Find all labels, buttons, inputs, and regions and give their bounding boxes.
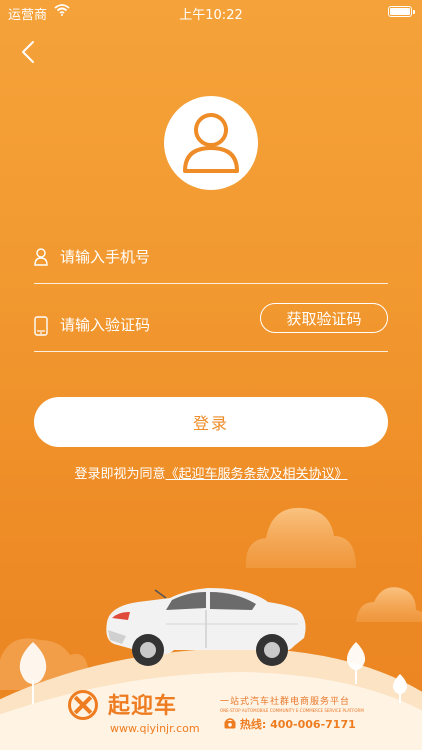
agreement-text: 登录即视为同意《起迎车服务条款及相关协议》 — [0, 463, 422, 482]
brand-url: www.qiyinjr.com — [110, 722, 200, 735]
phone-row — [34, 234, 388, 284]
code-row: 获取验证码 — [34, 302, 388, 352]
terms-link[interactable]: 《起迎车服务条款及相关协议》 — [166, 467, 348, 482]
status-bar: 运营商 上午10:22 — [0, 0, 422, 24]
agreement-prefix: 登录即视为同意 — [74, 467, 166, 482]
phone-handset-icon — [224, 718, 236, 729]
brand-logo-icon — [68, 690, 98, 720]
back-arrow-icon[interactable] — [18, 40, 42, 64]
user-icon — [34, 248, 48, 266]
login-screen: 运营商 上午10:22 获取验证码 — [0, 0, 422, 750]
slogan-cn: 一站式汽车社群电商服务平台 — [220, 697, 351, 707]
phone-input[interactable] — [60, 242, 260, 272]
battery-icon — [388, 6, 415, 17]
slogan-en: ONE-STOP AUTOMOBILE COMMUNITY E-COMMERCE… — [220, 708, 364, 713]
code-input[interactable] — [60, 310, 260, 340]
get-code-button[interactable]: 获取验证码 — [260, 303, 388, 333]
hotline: 热线: 400-006-7171 — [224, 716, 356, 732]
brand-slogan: 一站式汽车社群电商服务平台 ONE-STOP AUTOMOBILE COMMUN… — [220, 694, 370, 713]
phone-divider — [34, 283, 388, 284]
login-button[interactable]: 登录 — [34, 397, 388, 447]
phone-icon — [34, 316, 48, 336]
brand-logo: 起迎车 www.qiyinjr.com — [68, 688, 218, 738]
clock: 上午10:22 — [179, 8, 243, 23]
avatar — [164, 96, 258, 190]
hotline-label: 热线: — [239, 718, 267, 731]
brand-name: 起迎车 — [108, 694, 178, 719]
user-avatar-icon — [183, 113, 239, 173]
code-divider — [34, 351, 388, 352]
hotline-number: 400-006-7171 — [270, 718, 356, 731]
